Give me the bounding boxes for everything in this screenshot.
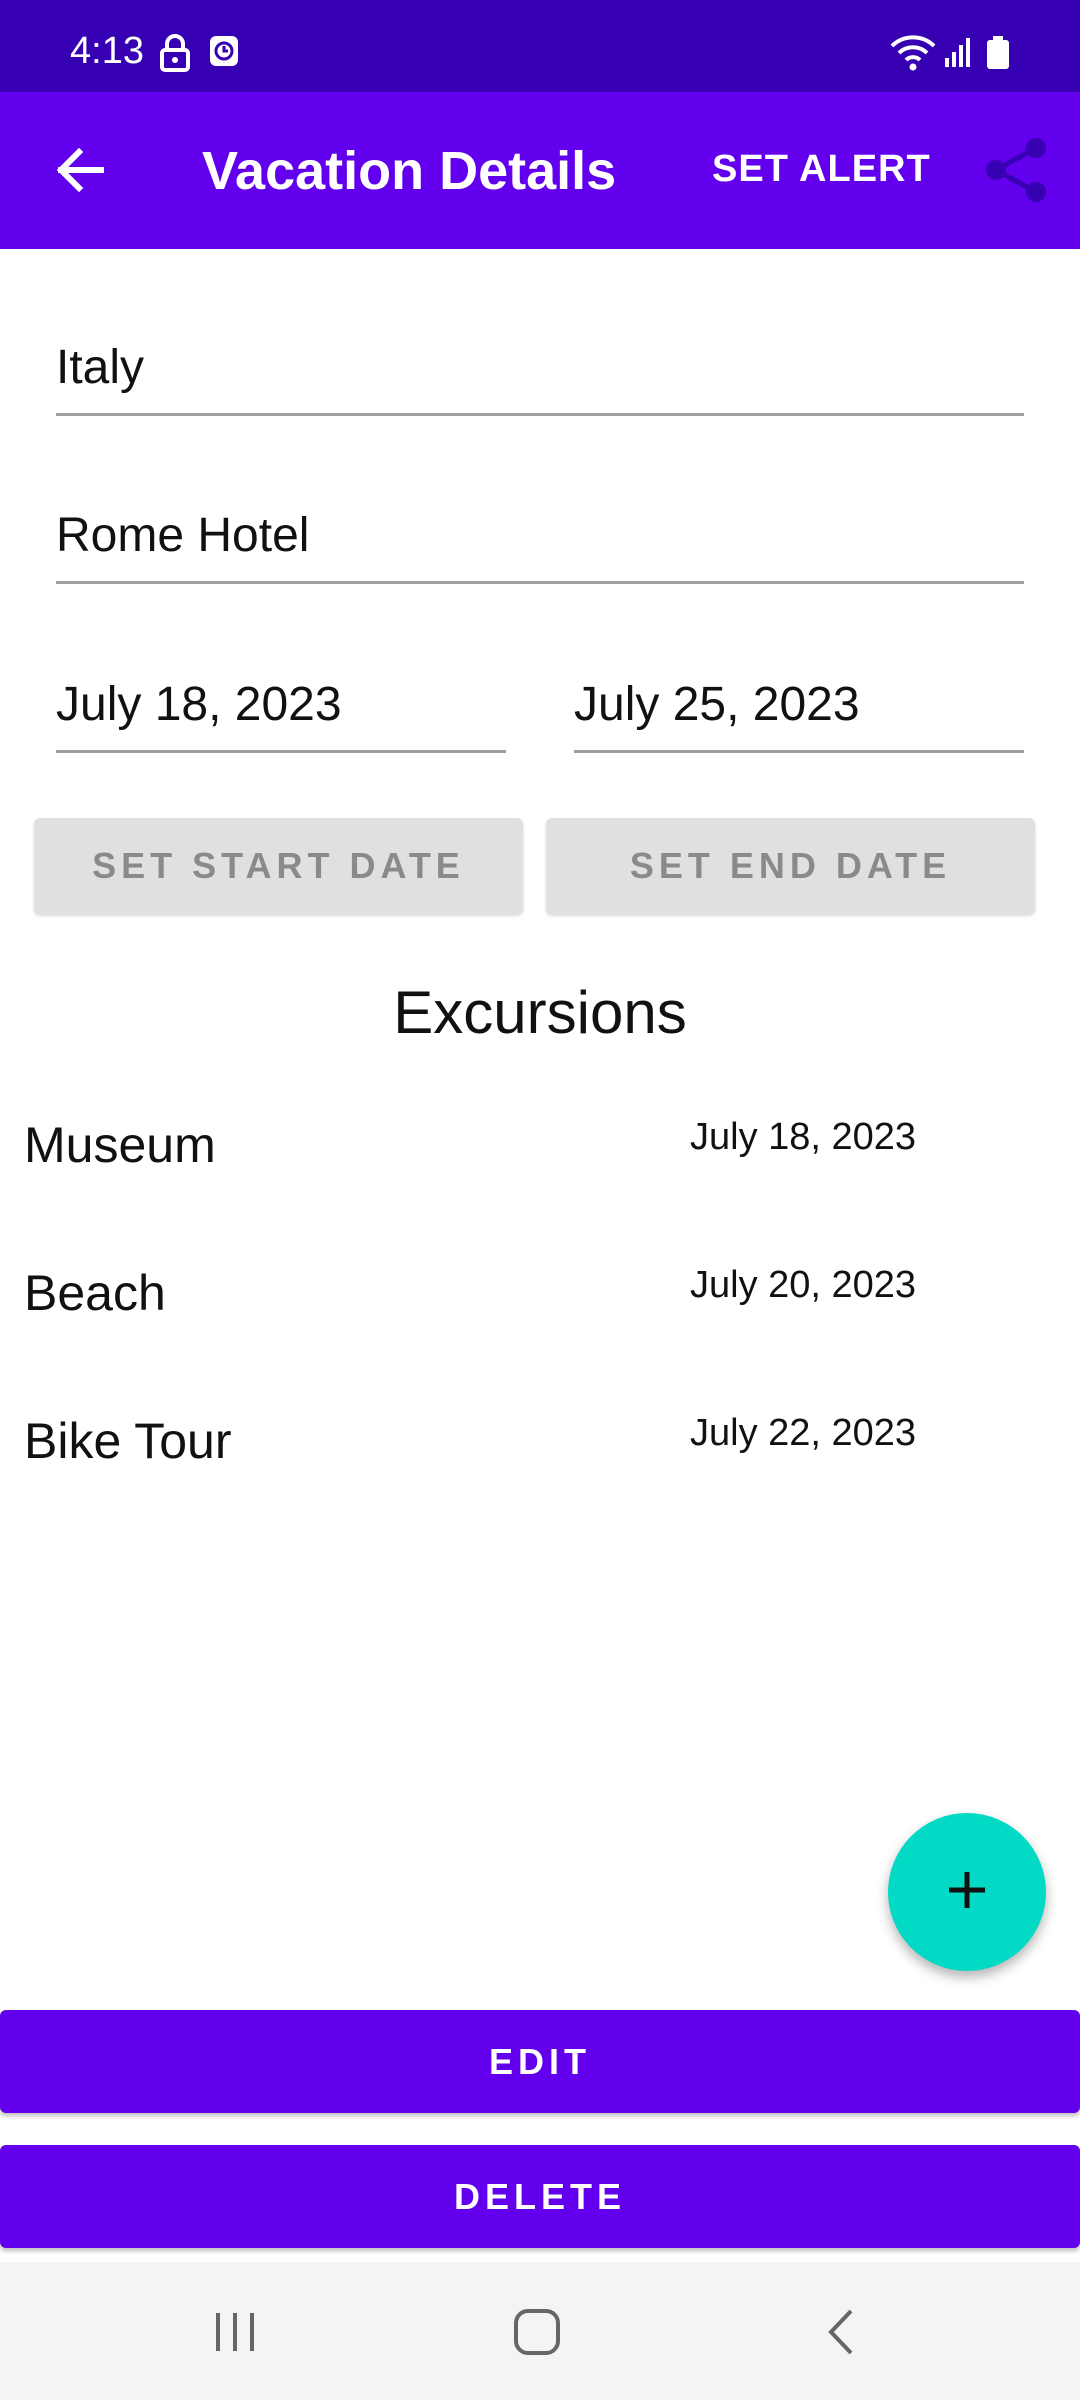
add-excursion-button[interactable] (888, 1813, 1046, 1971)
back-nav-icon[interactable] (806, 2302, 876, 2362)
excursion-name: Bike Tour (24, 1413, 232, 1469)
edit-button[interactable]: EDIT (0, 2010, 1080, 2113)
status-time: 4:13 (70, 30, 144, 72)
end-date-field[interactable]: July 25, 2023 (574, 677, 1024, 753)
set-alert-button[interactable]: SET ALERT (712, 148, 931, 191)
home-icon[interactable] (502, 2302, 572, 2362)
battery-icon (986, 36, 1010, 75)
excursion-name: Beach (24, 1265, 166, 1321)
excursion-name: Museum (24, 1117, 216, 1173)
list-item[interactable]: Museum July 18, 2023 (0, 1116, 1080, 1216)
excursion-date: July 22, 2023 (690, 1412, 917, 1454)
share-icon[interactable] (982, 136, 1050, 204)
excursion-date: July 18, 2023 (690, 1116, 917, 1158)
set-start-date-button[interactable]: SET START DATE (34, 818, 523, 914)
page-title: Vacation Details (202, 141, 617, 201)
delete-button[interactable]: DELETE (0, 2145, 1080, 2248)
app-bar: Vacation Details SET ALERT (0, 92, 1080, 249)
excursion-date: July 20, 2023 (690, 1264, 917, 1306)
alarm-clock-icon (208, 34, 240, 73)
system-nav-bar (0, 2262, 1080, 2400)
arrow-back-icon[interactable] (48, 138, 112, 202)
excursions-heading: Excursions (393, 979, 687, 1046)
list-item[interactable]: Bike Tour July 22, 2023 (0, 1412, 1080, 1512)
wifi-icon (888, 32, 938, 77)
set-end-date-button[interactable]: SET END DATE (546, 818, 1035, 914)
status-bar: 4:13 (0, 0, 1080, 92)
start-date-field[interactable]: July 18, 2023 (56, 677, 506, 753)
hotel-field[interactable]: Rome Hotel (56, 508, 1024, 584)
list-item[interactable]: Beach July 20, 2023 (0, 1264, 1080, 1364)
recent-apps-icon[interactable] (200, 2302, 270, 2362)
plus-icon (945, 1868, 989, 1917)
vacation-title-field[interactable]: Italy (56, 340, 1024, 416)
signal-icon (944, 36, 974, 73)
lock-icon (160, 34, 190, 77)
